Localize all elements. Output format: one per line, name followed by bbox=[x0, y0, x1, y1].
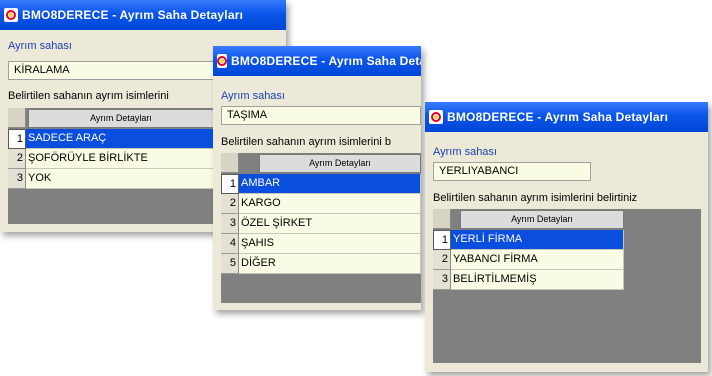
row-cell[interactable]: KARGO bbox=[239, 194, 421, 214]
column-header[interactable]: Ayrım Detayları bbox=[460, 210, 624, 229]
app-logo-icon bbox=[429, 110, 443, 124]
table-row[interactable]: 2 KARGO bbox=[221, 194, 421, 214]
row-number[interactable]: 1 bbox=[8, 129, 26, 149]
app-logo-icon bbox=[4, 8, 18, 22]
window-title: BMO8DERECE - Ayrım Saha Detayları bbox=[447, 110, 669, 124]
table-row[interactable]: 3 ÖZEL ŞİRKET bbox=[221, 214, 421, 234]
row-cell[interactable]: AMBAR bbox=[239, 174, 421, 194]
detail-grid[interactable]: Ayrım Detayları 1 AMBAR 2 KARGO 3 ÖZEL Ş… bbox=[221, 153, 421, 303]
row-number[interactable]: 2 bbox=[221, 194, 239, 214]
row-number[interactable]: 2 bbox=[8, 149, 26, 169]
description-label: Belirtilen sahanın ayrım isimlerini beli… bbox=[433, 192, 638, 204]
table-row[interactable]: 4 ŞAHIS bbox=[221, 234, 421, 254]
row-cell[interactable]: ŞAHIS bbox=[239, 234, 421, 254]
row-number[interactable]: 3 bbox=[433, 270, 451, 290]
grid-corner bbox=[221, 153, 239, 173]
section-field[interactable]: TAŞIMA bbox=[221, 106, 421, 125]
row-cell[interactable]: DİĞER bbox=[239, 254, 421, 274]
row-number[interactable]: 2 bbox=[433, 250, 451, 270]
column-header[interactable]: Ayrım Detayları bbox=[259, 154, 421, 173]
section-label: Ayrım sahası bbox=[433, 146, 497, 158]
table-row[interactable]: 1 AMBAR bbox=[221, 174, 421, 194]
grid-corner bbox=[8, 108, 26, 128]
column-header[interactable]: Ayrım Detayları bbox=[28, 109, 214, 128]
row-cell[interactable]: ŞOFÖRÜYLE BİRLİKTE bbox=[26, 149, 214, 169]
window-title: BMO8DERECE - Ayrım Saha Detayları bbox=[231, 54, 421, 68]
row-cell[interactable]: SADECE ARAÇ bbox=[26, 129, 214, 149]
table-row[interactable]: 2 YABANCI FİRMA bbox=[433, 250, 701, 270]
row-cell[interactable]: YERLİ FİRMA bbox=[451, 230, 624, 250]
row-cell[interactable]: ÖZEL ŞİRKET bbox=[239, 214, 421, 234]
row-number[interactable]: 3 bbox=[8, 169, 26, 189]
row-number[interactable]: 4 bbox=[221, 234, 239, 254]
description-label: Belirtilen sahanın ayrım isimlerini bbox=[8, 90, 169, 102]
title-bar[interactable]: BMO8DERECE - Ayrım Saha Detayları bbox=[425, 102, 708, 132]
row-number[interactable]: 1 bbox=[221, 174, 239, 194]
section-label: Ayrım sahası bbox=[221, 90, 285, 102]
description-label: Belirtilen sahanın ayrım isimlerini b bbox=[221, 136, 391, 148]
table-row[interactable]: 5 DİĞER bbox=[221, 254, 421, 274]
row-cell[interactable]: BELİRTİLMEMİŞ bbox=[451, 270, 624, 290]
table-row[interactable]: 3 BELİRTİLMEMİŞ bbox=[433, 270, 701, 290]
row-cell[interactable]: YABANCI FİRMA bbox=[451, 250, 624, 270]
detail-window-yerliyabanci[interactable]: BMO8DERECE - Ayrım Saha Detayları Ayrım … bbox=[425, 102, 708, 372]
grid-corner bbox=[433, 209, 451, 229]
title-bar[interactable]: BMO8DERECE - Ayrım Saha Detayları bbox=[213, 46, 421, 76]
section-label: Ayrım sahası bbox=[8, 40, 72, 52]
detail-window-tasima[interactable]: BMO8DERECE - Ayrım Saha Detayları Ayrım … bbox=[213, 46, 421, 310]
row-number[interactable]: 3 bbox=[221, 214, 239, 234]
table-row[interactable]: 1 YERLİ FİRMA bbox=[433, 230, 701, 250]
detail-grid[interactable]: Ayrım Detayları 1 YERLİ FİRMA 2 YABANCI … bbox=[433, 209, 701, 363]
row-number[interactable]: 5 bbox=[221, 254, 239, 274]
window-title: BMO8DERECE - Ayrım Saha Detayları bbox=[22, 8, 244, 22]
app-logo-icon bbox=[217, 54, 227, 68]
section-field[interactable]: YERLIYABANCI bbox=[433, 162, 591, 181]
row-cell[interactable]: YOK bbox=[26, 169, 214, 189]
title-bar[interactable]: BMO8DERECE - Ayrım Saha Detayları bbox=[0, 0, 286, 30]
row-number[interactable]: 1 bbox=[433, 230, 451, 250]
